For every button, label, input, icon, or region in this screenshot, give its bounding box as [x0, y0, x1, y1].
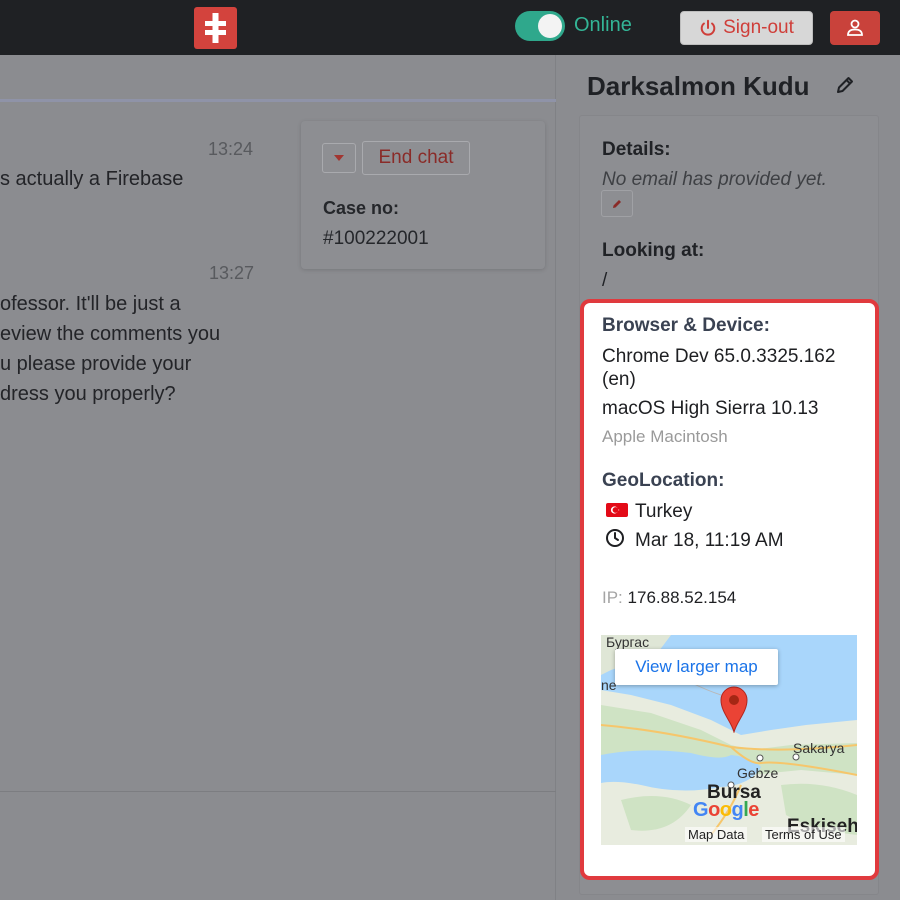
- message-line: s actually a Firebase: [0, 168, 184, 190]
- details-label: Details:: [602, 139, 671, 160]
- google-logo-letter: g: [731, 799, 744, 821]
- google-logo: Google: [693, 799, 759, 822]
- sign-out-button[interactable]: Sign-out: [680, 11, 813, 45]
- hardware-model: Apple Macintosh: [602, 427, 728, 446]
- chat-area: 13:24 s actually a Firebase 13:27 ofesso…: [0, 55, 556, 900]
- operating-system: macOS High Sierra 10.13: [602, 398, 819, 419]
- browser-geo-card: Browser & Device: Chrome Dev 65.0.3325.1…: [580, 299, 879, 880]
- online-toggle[interactable]: [515, 11, 565, 41]
- visitor-name: Darksalmon Kudu: [587, 71, 810, 101]
- toggle-knob: [538, 14, 562, 38]
- google-logo-letter: e: [748, 799, 759, 821]
- user-icon: [847, 19, 863, 36]
- google-logo-letter: o: [719, 799, 732, 821]
- message-time: 13:24: [208, 139, 254, 159]
- chat-input-divider: [0, 791, 556, 792]
- case-number-label: Case no:: [323, 198, 400, 218]
- map-label-burgas: Бургас: [606, 635, 650, 650]
- map-label-gebze: Gebze: [737, 765, 779, 781]
- top-bar: Online Sign-out: [0, 0, 900, 55]
- map-data-link[interactable]: Map Data: [685, 827, 748, 842]
- ip-row: IP: 176.88.52.154: [602, 588, 736, 608]
- chat-header-divider: [0, 99, 556, 102]
- case-card: End chat Case no: #100222001: [301, 121, 545, 269]
- map-label-sakarya: Sakarya: [793, 740, 845, 756]
- turkey-flag-icon: [606, 503, 628, 517]
- browser-name: Chrome Dev 65.0.3325.162: [602, 346, 836, 367]
- message-line: ofessor. It'll be just a: [0, 293, 181, 315]
- message-line: dress you properly?: [0, 383, 176, 405]
- google-logo-letter: G: [693, 799, 709, 821]
- google-logo-letter: o: [708, 799, 720, 821]
- online-status-label: Online: [574, 14, 632, 36]
- terms-of-use-link[interactable]: Terms of Use: [762, 827, 845, 842]
- ip-value: 176.88.52.154: [627, 588, 737, 607]
- medical-cross-icon: [205, 13, 226, 43]
- pencil-icon: [613, 199, 621, 208]
- geolocation-label: GeoLocation:: [602, 470, 725, 491]
- browser-device-label: Browser & Device:: [602, 315, 770, 336]
- message-line: eview the comments you: [0, 323, 221, 345]
- pencil-icon[interactable]: [834, 74, 856, 96]
- end-chat-button[interactable]: End chat: [362, 141, 470, 175]
- browser-language: (en): [602, 369, 636, 390]
- chat-options-dropdown[interactable]: [322, 143, 356, 173]
- profile-button[interactable]: [830, 11, 880, 45]
- clock-icon: [606, 529, 624, 547]
- chevron-down-icon: [334, 155, 344, 161]
- view-larger-map-link[interactable]: View larger map: [615, 649, 778, 685]
- map-pin-icon[interactable]: [719, 685, 749, 733]
- looking-at-value: /: [602, 270, 608, 291]
- message-time: 13:27: [209, 263, 255, 283]
- country-name: Turkey: [635, 501, 693, 522]
- location-map[interactable]: Бургас ne Sakarya Gebze Bursa Eskiseh Vi…: [601, 635, 857, 845]
- app-logo[interactable]: [194, 7, 237, 49]
- message-line: u please provide your: [0, 353, 192, 375]
- ip-label: IP:: [602, 588, 623, 607]
- sign-out-label: Sign-out: [723, 17, 794, 38]
- details-email-text: No email has provided yet.: [602, 169, 827, 190]
- looking-at-label: Looking at:: [602, 240, 705, 261]
- case-number-value: #100222001: [323, 228, 429, 249]
- edit-details-button[interactable]: [601, 190, 633, 217]
- local-time: Mar 18, 11:19 AM: [635, 530, 784, 551]
- power-icon: [700, 19, 716, 36]
